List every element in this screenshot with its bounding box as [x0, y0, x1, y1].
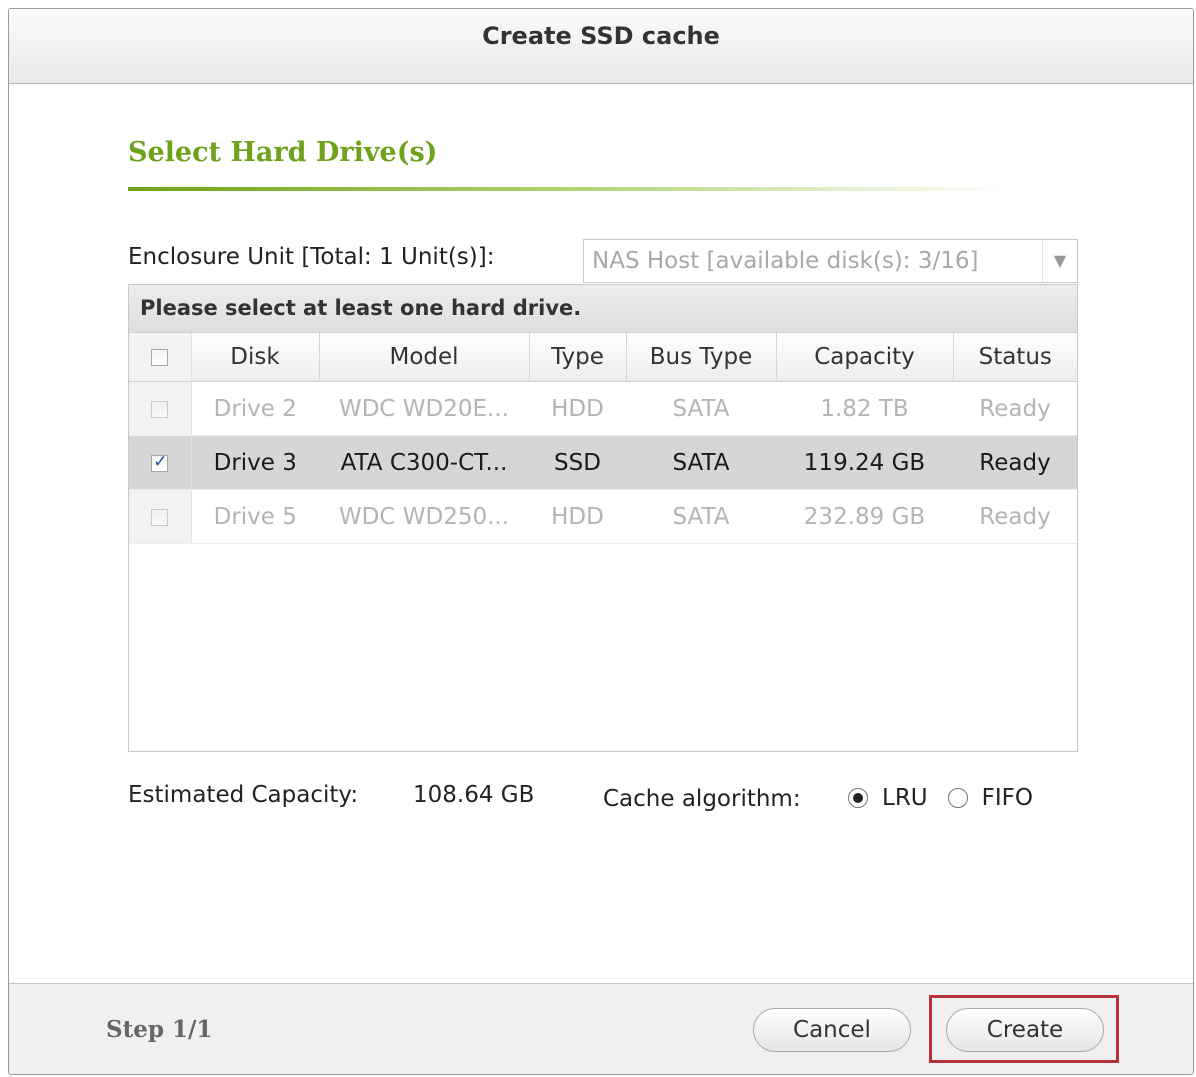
cell-status: Ready	[953, 381, 1077, 436]
row-checkbox-cell[interactable]	[129, 435, 192, 490]
chevron-down-icon[interactable]: ▼	[1042, 240, 1077, 282]
cache-algorithm-label: Cache algorithm:	[603, 786, 801, 812]
create-button[interactable]: Create	[946, 1008, 1104, 1052]
section-title: Select Hard Drive(s)	[128, 137, 438, 168]
column-header-type[interactable]: Type	[529, 333, 627, 382]
row-checkbox-cell	[129, 489, 192, 544]
cell-model: WDC WD20E...	[319, 381, 529, 436]
cell-bus-type: SATA	[626, 489, 776, 544]
cell-bus-type: SATA	[626, 381, 776, 436]
enclosure-unit-value: NAS Host [available disk(s): 3/16]	[592, 248, 979, 274]
cell-status: Ready	[953, 435, 1077, 490]
table-row: Drive 5 WDC WD250... HDD SATA 232.89 GB …	[129, 489, 1077, 544]
cache-algorithm-options: LRU FIFO	[848, 784, 1053, 811]
section-divider	[128, 187, 1008, 191]
cell-model: WDC WD250...	[319, 489, 529, 544]
estimated-capacity-value: 108.64 GB	[413, 782, 535, 808]
row-checkbox[interactable]	[151, 452, 169, 472]
radio-fifo[interactable]	[947, 787, 968, 808]
enclosure-unit-select[interactable]: NAS Host [available disk(s): 3/16] ▼	[583, 239, 1078, 283]
column-header-model[interactable]: Model	[319, 333, 530, 382]
cell-bus-type: SATA	[626, 435, 776, 490]
row-checkbox	[151, 508, 169, 526]
table-header-row: Disk Model Type Bus Type Capacity Status	[129, 333, 1077, 382]
cell-capacity: 232.89 GB	[776, 489, 953, 544]
cell-status: Ready	[953, 489, 1077, 544]
row-checkbox	[151, 400, 169, 418]
cell-model: ATA C300-CT...	[319, 435, 529, 490]
cell-disk: Drive 2	[191, 381, 319, 436]
column-header-bus-type[interactable]: Bus Type	[626, 333, 777, 382]
table-row[interactable]: Drive 3 ATA C300-CT... SSD SATA 119.24 G…	[129, 435, 1077, 490]
cell-disk: Drive 5	[191, 489, 319, 544]
cell-type: HDD	[529, 381, 626, 436]
drive-grid: Please select at least one hard drive. D…	[128, 284, 1078, 752]
create-ssd-cache-dialog: Create SSD cache Select Hard Drive(s) En…	[8, 8, 1194, 1075]
cell-capacity: 119.24 GB	[776, 435, 953, 490]
drive-table: Disk Model Type Bus Type Capacity Status…	[129, 333, 1077, 544]
select-all-checkbox[interactable]	[151, 349, 169, 366]
column-header-status[interactable]: Status	[953, 333, 1077, 382]
cell-type: HDD	[529, 489, 626, 544]
column-header-disk[interactable]: Disk	[191, 333, 320, 382]
radio-fifo-label[interactable]: FIFO	[982, 785, 1033, 811]
cancel-button[interactable]: Cancel	[753, 1008, 911, 1052]
dialog-footer: Step 1/1 Cancel Create	[9, 983, 1193, 1074]
select-all-cell[interactable]	[129, 333, 192, 382]
step-indicator: Step 1/1	[106, 1016, 213, 1043]
cell-disk: Drive 3	[191, 435, 319, 490]
radio-lru[interactable]	[848, 787, 868, 808]
cell-type: SSD	[529, 435, 626, 490]
table-row: Drive 2 WDC WD20E... HDD SATA 1.82 TB Re…	[129, 381, 1077, 436]
row-checkbox-cell	[129, 381, 192, 436]
grid-caption: Please select at least one hard drive.	[129, 285, 1077, 333]
enclosure-unit-label: Enclosure Unit [Total: 1 Unit(s)]:	[128, 244, 495, 270]
cell-capacity: 1.82 TB	[776, 381, 953, 436]
column-header-capacity[interactable]: Capacity	[776, 333, 954, 382]
dialog-title: Create SSD cache	[9, 9, 1193, 84]
estimated-capacity-label: Estimated Capacity:	[128, 782, 359, 808]
radio-lru-label[interactable]: LRU	[882, 785, 928, 811]
